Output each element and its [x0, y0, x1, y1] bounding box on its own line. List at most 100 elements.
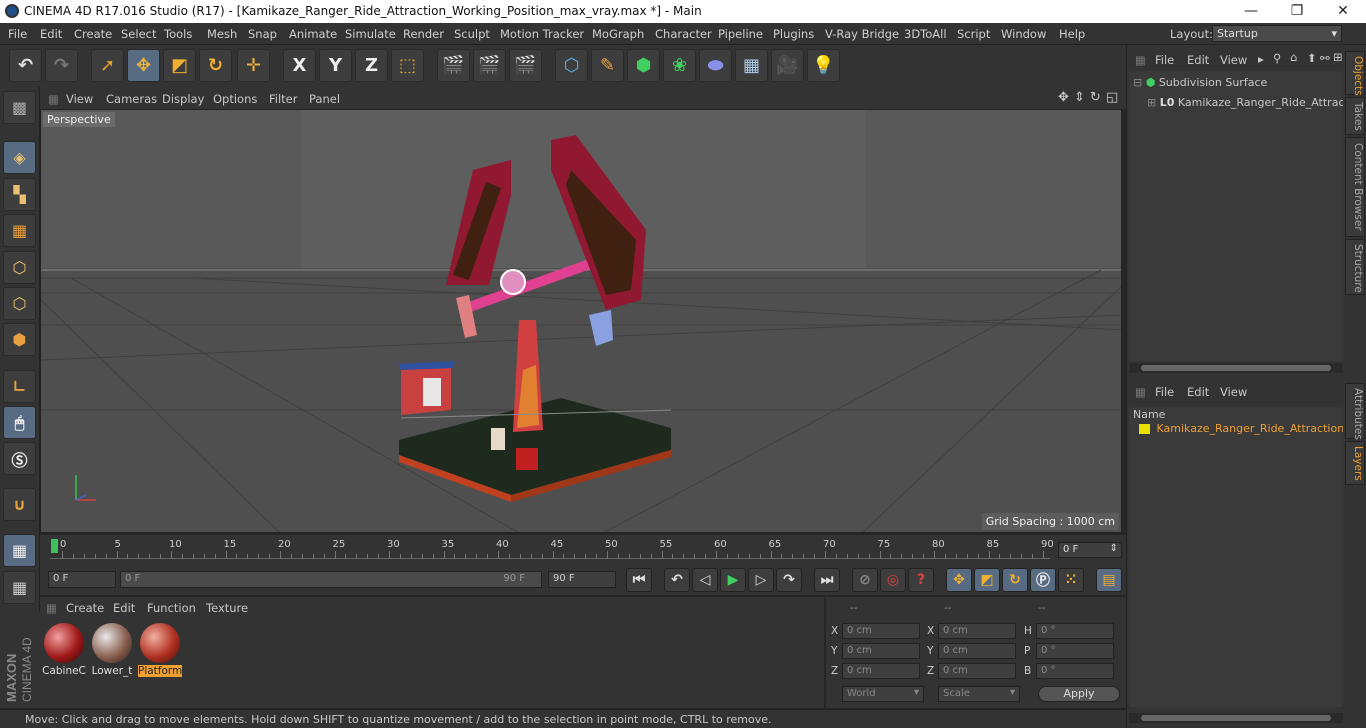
rotation-h-field[interactable]: 0 ° — [1036, 623, 1114, 639]
go-to-end-button[interactable]: ⏭ — [814, 568, 840, 592]
viewport-menu-view[interactable]: View — [66, 92, 93, 106]
arrow-right-icon[interactable]: ▸ — [1258, 52, 1264, 66]
menu-render[interactable]: Render — [403, 27, 444, 41]
coordinate-system-button[interactable]: ⬚ — [391, 49, 424, 82]
viewport-dolly-icon[interactable]: ⇕ — [1074, 90, 1085, 105]
viewport-orbit-icon[interactable]: ↻ — [1090, 90, 1101, 105]
viewport-menu-panel[interactable]: Panel — [309, 92, 340, 106]
expand-icon[interactable]: ⊞ — [1147, 96, 1156, 109]
viewport-maximize-icon[interactable]: ◱ — [1106, 90, 1118, 105]
viewport-menu-display[interactable]: Display — [162, 92, 204, 106]
menu-character[interactable]: Character — [655, 27, 712, 41]
viewport-camera-label[interactable]: Perspective — [43, 112, 115, 127]
move-tool-button[interactable]: ✥ — [127, 49, 160, 82]
redo-button[interactable]: ↷ — [45, 49, 78, 82]
material-swatch[interactable]: Lower_t — [90, 621, 134, 677]
frame-range-slider[interactable]: 0 F 90 F — [120, 571, 542, 588]
menu-create[interactable]: Create — [74, 27, 112, 41]
rotate-tool-button[interactable]: ↻ — [199, 49, 232, 82]
snap-button[interactable]: ∪ — [3, 488, 36, 521]
timeline-ruler[interactable]: 0 5 10 15 20 25 30 35 40 45 50 55 60 65 70 75 80 85 90 0 F… — [40, 535, 1126, 565]
tab-structure[interactable]: Structure — [1345, 239, 1365, 295]
up-icon[interactable]: ⬆ — [1307, 51, 1317, 65]
perspective-viewport[interactable]: Perspective Grid Spacing : 1000 cm — [40, 109, 1122, 533]
timeline-window-button[interactable]: ▤ — [1096, 568, 1122, 592]
tweak-mode-button[interactable]: 🖱 — [3, 406, 36, 439]
material-menu-edit[interactable]: Edit — [113, 601, 135, 615]
step-forward-button[interactable]: ▷ — [748, 568, 774, 592]
tab-content-browser[interactable]: Content Browser — [1345, 137, 1365, 237]
menu-select[interactable]: Select — [121, 27, 156, 41]
material-menu-create[interactable]: Create — [66, 601, 104, 615]
key-position-button[interactable]: ✥ — [946, 568, 972, 592]
layer-list-scrollbar[interactable] — [1129, 713, 1343, 723]
apply-button[interactable]: Apply — [1038, 686, 1120, 702]
make-editable-button[interactable]: ▩ — [3, 91, 36, 124]
tab-layers[interactable]: Layers — [1345, 441, 1365, 485]
tab-objects[interactable]: Objects — [1345, 51, 1365, 96]
objects-menu-view[interactable]: View — [1220, 53, 1247, 67]
floor-button[interactable]: ▦ — [735, 49, 768, 82]
x-axis-lock-button[interactable]: X — [283, 49, 316, 82]
menu-pipeline[interactable]: Pipeline — [718, 27, 763, 41]
light-button[interactable]: 💡 — [807, 49, 840, 82]
link-icon[interactable]: ⚯ — [1320, 51, 1330, 65]
render-view-button[interactable]: 🎬 — [437, 49, 470, 82]
size-mode-select[interactable]: Scale ▾ — [938, 686, 1020, 702]
coordinate-mode-select[interactable]: World ▾ — [842, 686, 924, 702]
material-swatch-selected[interactable]: Platform — [138, 621, 182, 677]
layers-menu-view[interactable]: View — [1220, 385, 1247, 399]
menu-mesh[interactable]: Mesh — [207, 27, 237, 41]
points-mode-button[interactable]: ⬡ — [3, 251, 36, 284]
layers-menu-file[interactable]: File — [1155, 385, 1174, 399]
workplane-button[interactable]: ▦ — [3, 534, 36, 567]
layer-item[interactable]: Kamikaze_Ranger_Ride_Attraction — [1139, 422, 1343, 435]
position-x-field[interactable]: 0 cm — [842, 623, 920, 639]
viewport-menu-options[interactable]: Options — [213, 92, 257, 106]
viewport-menu-cameras[interactable]: Cameras — [106, 92, 157, 106]
axis-mode-button[interactable]: ∟ — [3, 370, 36, 403]
menu-motion-tracker[interactable]: Motion Tracker — [500, 27, 584, 41]
material-menu-function[interactable]: Function — [147, 601, 196, 615]
key-pla-button[interactable]: ⁙ — [1058, 568, 1084, 592]
rotation-b-field[interactable]: 0 ° — [1036, 663, 1114, 679]
start-frame-field[interactable]: 0 F — [48, 571, 116, 588]
viewport-pan-icon[interactable]: ✥ — [1058, 90, 1069, 105]
collapse-icon[interactable]: ⊟ — [1133, 76, 1142, 89]
layers-menu-edit[interactable]: Edit — [1187, 385, 1209, 399]
solo-button[interactable]: Ⓢ — [3, 442, 36, 475]
locked-workplane-button[interactable]: ▦ — [3, 571, 36, 604]
menu-vray-bridge[interactable]: V-Ray Bridge — [825, 27, 899, 41]
z-axis-lock-button[interactable]: Z — [355, 49, 388, 82]
menu-simulate[interactable]: Simulate — [345, 27, 396, 41]
menu-3dtoall[interactable]: 3DToAll — [904, 27, 947, 41]
live-selection-button[interactable]: ➚ — [91, 49, 124, 82]
menu-file[interactable]: File — [8, 27, 27, 41]
go-to-start-button[interactable]: ⏮ — [626, 568, 652, 592]
close-button[interactable]: ✕ — [1320, 0, 1366, 23]
tab-attributes[interactable]: Attributes — [1345, 383, 1365, 440]
autokey-button[interactable]: ◎ — [880, 568, 906, 592]
key-parameter-button[interactable]: Ⓟ — [1030, 568, 1056, 592]
size-z-field[interactable]: 0 cm — [938, 663, 1016, 679]
position-z-field[interactable]: 0 cm — [842, 663, 920, 679]
render-picture-viewer-button[interactable]: 🎬 — [473, 49, 506, 82]
end-frame-field[interactable]: 90 F — [548, 571, 616, 588]
go-to-next-key-button[interactable]: ↷ — [776, 568, 802, 592]
key-scale-button[interactable]: ◩ — [974, 568, 1000, 592]
cube-primitive-button[interactable]: ⬡ — [555, 49, 588, 82]
objects-menu-edit[interactable]: Edit — [1187, 53, 1209, 67]
record-active-button[interactable]: ⊘ — [852, 568, 878, 592]
step-back-button[interactable]: ◁ — [692, 568, 718, 592]
search-icon[interactable]: ⚲ — [1273, 51, 1281, 65]
scrollbar-thumb[interactable] — [1141, 715, 1331, 721]
recent-tool-button[interactable]: ✛ — [237, 49, 270, 82]
menu-mograph[interactable]: MoGraph — [592, 27, 644, 41]
tab-takes[interactable]: Takes — [1345, 97, 1365, 135]
rotation-p-field[interactable]: 0 ° — [1036, 643, 1114, 659]
scrollbar-thumb[interactable] — [1141, 365, 1331, 371]
menu-sculpt[interactable]: Sculpt — [454, 27, 490, 41]
texture-mode-button[interactable]: ▚ — [3, 178, 36, 211]
camera-button[interactable]: 🎥 — [771, 49, 804, 82]
material-swatch[interactable]: CabineC — [42, 621, 86, 677]
